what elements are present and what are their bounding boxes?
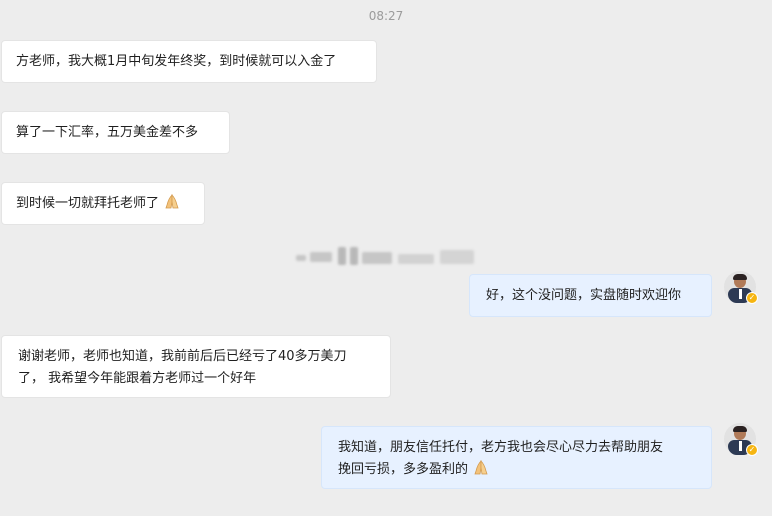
sender-avatar[interactable]: ✓ <box>724 423 758 456</box>
message-text-line: 我知道，朋友信任托付，老方我也会尽心尽力去帮助朋友 <box>338 440 664 455</box>
verified-badge-icon: ✓ <box>746 444 758 456</box>
message-text: 算了一下汇率，五万美金差不多 <box>16 125 199 140</box>
incoming-message-bubble[interactable]: 方老师，我大概1月中旬发年终奖，到时候就可以入金了 <box>1 40 377 83</box>
message-timestamp: 08:27 <box>368 9 404 23</box>
praying-hands-icon <box>474 460 488 475</box>
message-text-line: 了， 我希望今年能跟着方老师过一个好年 <box>18 371 257 386</box>
blurred-system-notice <box>296 246 476 268</box>
incoming-message-bubble[interactable]: 算了一下汇率，五万美金差不多 <box>1 111 230 154</box>
outgoing-message-bubble[interactable]: 我知道，朋友信任托付，老方我也会尽心尽力去帮助朋友 挽回亏损，多多盈利的 <box>321 426 712 489</box>
message-text: 好，这个没问题，实盘随时欢迎你 <box>486 288 682 303</box>
outgoing-message-bubble[interactable]: 好，这个没问题，实盘随时欢迎你 <box>469 274 712 317</box>
message-text-line: 挽回亏损，多多盈利的 <box>338 462 469 477</box>
sender-avatar[interactable]: ✓ <box>724 271 758 304</box>
incoming-message-bubble[interactable]: 到时候一切就拜托老师了 <box>1 182 205 225</box>
message-text: 方老师，我大概1月中旬发年终奖，到时候就可以入金了 <box>16 54 337 69</box>
verified-badge-icon: ✓ <box>746 292 758 304</box>
praying-hands-icon <box>165 194 179 209</box>
incoming-message-bubble[interactable]: 谢谢老师，老师也知道，我前前后后已经亏了40多万美刀 了， 我希望今年能跟着方老… <box>1 335 391 398</box>
message-text-line: 谢谢老师，老师也知道，我前前后后已经亏了40多万美刀 <box>18 349 347 364</box>
message-text: 到时候一切就拜托老师了 <box>16 196 160 211</box>
